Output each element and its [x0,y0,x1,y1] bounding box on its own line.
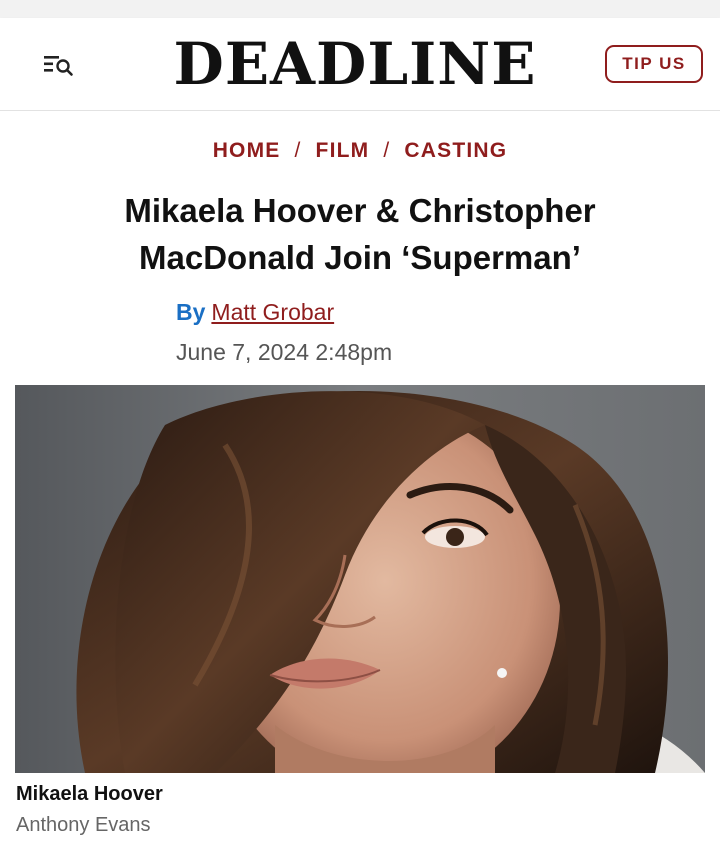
status-strip [0,0,720,18]
portrait-image [15,385,705,773]
article-title: Mikaela Hoover & Christopher MacDonald J… [60,187,660,281]
tip-us-button[interactable]: TIP US [605,45,703,83]
site-logo[interactable]: DEADLINE [150,32,560,96]
author-link[interactable]: Matt Grobar [211,299,334,325]
site-header: DEADLINE TIP US [0,18,720,111]
menu-button[interactable] [38,48,78,82]
breadcrumb: HOME / FILM / CASTING [0,139,720,163]
article-photo[interactable] [15,385,705,773]
byline: By Matt Grobar [176,299,334,326]
breadcrumb-home[interactable]: HOME [213,139,281,163]
breadcrumb-separator: / [383,139,391,162]
menu-search-icon [44,56,73,76]
article-content: HOME / FILM / CASTING Mikaela Hoover & C… [0,111,720,842]
breadcrumb-separator: / [294,139,302,162]
breadcrumb-casting[interactable]: CASTING [404,139,507,163]
photo-caption: Mikaela Hoover [16,783,163,805]
breadcrumb-film[interactable]: FILM [316,139,370,163]
photo-credit: Anthony Evans [16,814,151,836]
page: DEADLINE TIP US HOME / FILM / CASTING Mi… [0,0,720,842]
publish-date: June 7, 2024 2:48pm [176,339,393,365]
article-title-line-2: MacDonald Join ‘Superman’ [139,239,581,276]
article-title-line-1: Mikaela Hoover & Christopher [124,192,596,229]
byline-by-label: By [176,299,206,325]
